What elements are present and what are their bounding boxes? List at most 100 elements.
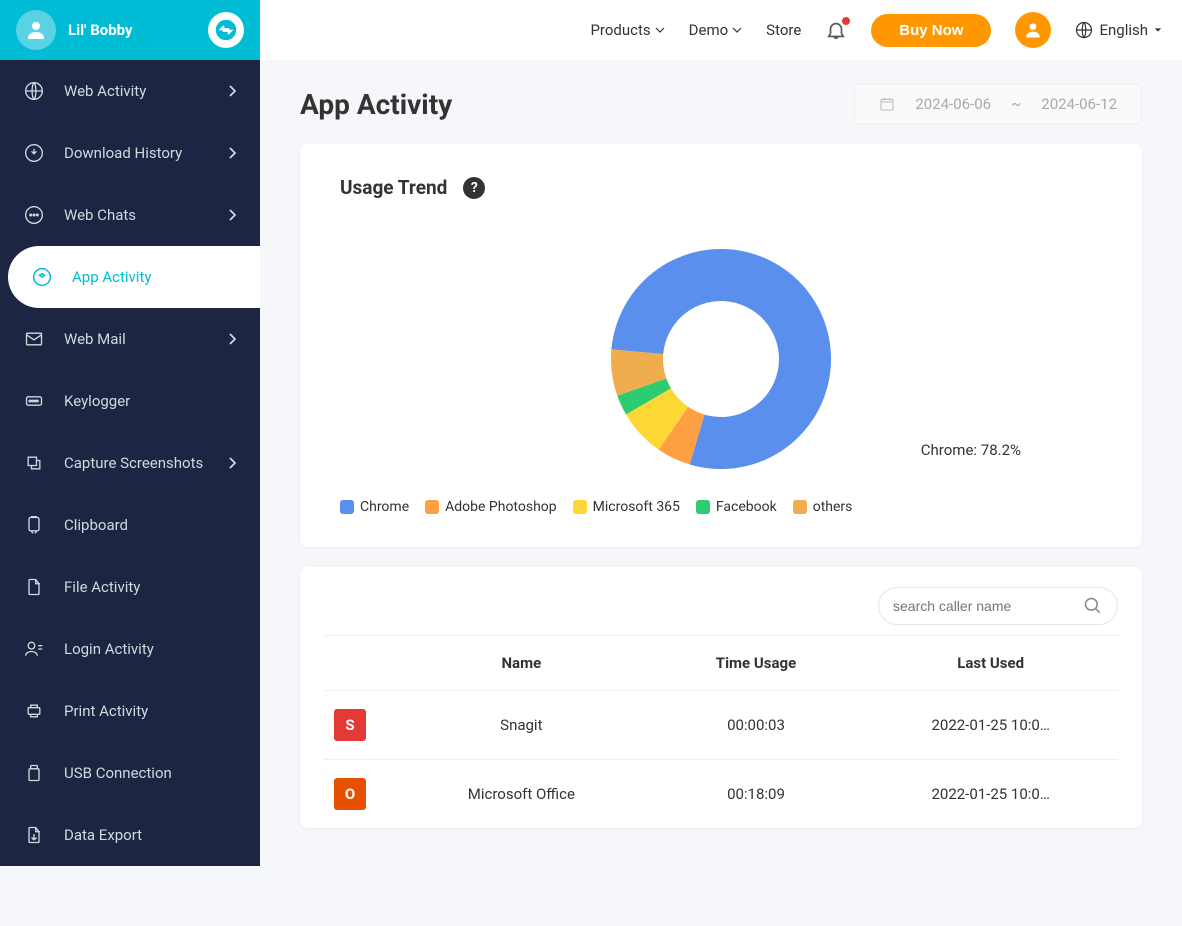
cell-last: 2022-01-25 10:0… (873, 785, 1108, 803)
sidebar-item-capture-screenshots[interactable]: Capture Screenshots (0, 432, 260, 494)
account-button[interactable] (1015, 12, 1051, 48)
legend-swatch (573, 500, 587, 514)
app-icon: S (334, 709, 366, 741)
sidebar-item-web-activity[interactable]: Web Activity (0, 60, 260, 122)
page-title: App Activity (300, 88, 452, 121)
sidebar-icon (24, 825, 44, 845)
legend-item[interactable]: Microsoft 365 (573, 499, 680, 515)
notifications-button[interactable] (825, 19, 847, 41)
sidebar-item-label: Capture Screenshots (64, 454, 203, 472)
sidebar-icon (24, 639, 44, 659)
date-range-picker[interactable]: 2024-06-06 ~ 2024-06-12 (854, 84, 1142, 124)
legend-label: Facebook (716, 499, 777, 515)
cell-time: 00:00:03 (639, 716, 874, 734)
sidebar-item-data-export[interactable]: Data Export (0, 804, 260, 866)
sidebar-icon (24, 763, 44, 783)
legend-swatch (793, 500, 807, 514)
sidebar-item-web-chats[interactable]: Web Chats (0, 184, 260, 246)
cell-last: 2022-01-25 10:0… (873, 716, 1108, 734)
chevron-down-icon (732, 25, 742, 35)
sidebar-item-login-activity[interactable]: Login Activity (0, 618, 260, 680)
sidebar-item-keylogger[interactable]: Keylogger (0, 370, 260, 432)
chevron-right-icon (228, 209, 236, 221)
chart-legend: Chrome Adobe Photoshop Microsoft 365 Facebo… (340, 499, 1102, 515)
legend-label: Chrome (360, 499, 409, 515)
legend-label: others (813, 499, 853, 515)
search-icon (1083, 596, 1103, 616)
date-to: 2024-06-12 (1041, 95, 1117, 113)
buy-now-button[interactable]: Buy Now (871, 14, 991, 47)
legend-label: Microsoft 365 (593, 499, 680, 515)
sidebar-item-label: Download History (64, 144, 182, 162)
sidebar-item-clipboard[interactable]: Clipboard (0, 494, 260, 556)
language-label: English (1099, 21, 1148, 39)
chevron-right-icon (228, 85, 236, 97)
sidebar-icon (24, 205, 44, 225)
table-row[interactable]: OMicrosoft Office00:18:092022-01-25 10:0… (324, 759, 1118, 828)
help-button[interactable]: ? (463, 177, 485, 199)
legend-item[interactable]: others (793, 499, 853, 515)
table-row[interactable]: S Snagit00:00:032022-01-25 10:0… (324, 690, 1118, 759)
chevron-down-icon (655, 25, 665, 35)
legend-swatch (425, 500, 439, 514)
sidebar-icon (24, 329, 44, 349)
nav-store-label: Store (766, 21, 801, 39)
legend-item[interactable]: Chrome (340, 499, 409, 515)
nav-products[interactable]: Products (590, 21, 664, 39)
sidebar-item-file-activity[interactable]: File Activity (0, 556, 260, 618)
sidebar-item-download-history[interactable]: Download History (0, 122, 260, 184)
col-time: Time Usage (639, 654, 874, 672)
sidebar-item-label: USB Connection (64, 764, 172, 782)
legend-item[interactable]: Facebook (696, 499, 777, 515)
legend-item[interactable]: Adobe Photoshop (425, 499, 557, 515)
sidebar-item-label: Web Mail (64, 330, 126, 348)
person-icon (1023, 20, 1043, 40)
sidebar-icon (24, 391, 44, 411)
caret-down-icon (1154, 26, 1162, 34)
sidebar-item-label: Data Export (64, 826, 142, 844)
language-selector[interactable]: English (1075, 21, 1162, 39)
legend-label: Adobe Photoshop (445, 499, 557, 515)
search-input[interactable] (893, 598, 1083, 614)
sidebar-icon (24, 701, 44, 721)
person-icon (24, 18, 48, 42)
notification-dot (842, 17, 850, 25)
chevron-right-icon (228, 333, 236, 345)
legend-swatch (696, 500, 710, 514)
nav-store[interactable]: Store (766, 21, 801, 39)
calendar-icon (879, 96, 895, 112)
usage-trend-card: Usage Trend ? Chrome: 78.2% ChromeAdobe … (300, 144, 1142, 547)
sidebar-item-label: Web Activity (64, 82, 146, 100)
legend-swatch (340, 500, 354, 514)
app-list-card: Name Time Usage Last Used S Snagit00:00:0… (300, 567, 1142, 828)
cell-name: Microsoft Office (404, 785, 639, 803)
cell-name: Snagit (404, 716, 639, 734)
sidebar-icon (24, 453, 44, 473)
sidebar-item-usb-connection[interactable]: USB Connection (0, 742, 260, 804)
sidebar-item-label: Web Chats (64, 206, 136, 224)
usage-donut-chart: Chrome: 78.2% (481, 239, 961, 479)
nav-demo[interactable]: Demo (689, 21, 743, 39)
sidebar-item-label: File Activity (64, 578, 140, 596)
col-last: Last Used (873, 654, 1108, 672)
search-box[interactable] (878, 587, 1118, 625)
sidebar-item-print-activity[interactable]: Print Activity (0, 680, 260, 742)
sidebar-icon (24, 515, 44, 535)
nav-products-label: Products (590, 21, 650, 39)
sidebar-item-app-activity[interactable]: App Activity (8, 246, 260, 308)
sidebar-icon (24, 577, 44, 597)
sidebar-icon (32, 267, 52, 287)
chevron-right-icon (228, 147, 236, 159)
sidebar: Web Activity Download History Web Chats App… (0, 60, 260, 866)
sidebar-item-web-mail[interactable]: Web Mail (0, 308, 260, 370)
avatar[interactable] (16, 10, 56, 50)
sidebar-item-label: Print Activity (64, 702, 148, 720)
sidebar-item-label: Keylogger (64, 392, 130, 410)
app-icon: O (334, 778, 366, 810)
col-name: Name (404, 654, 639, 672)
username: Lil' Bobby (68, 21, 133, 39)
sidebar-icon (24, 143, 44, 163)
swap-icon (216, 20, 236, 40)
swap-button[interactable] (208, 12, 244, 48)
sidebar-icon (24, 81, 44, 101)
